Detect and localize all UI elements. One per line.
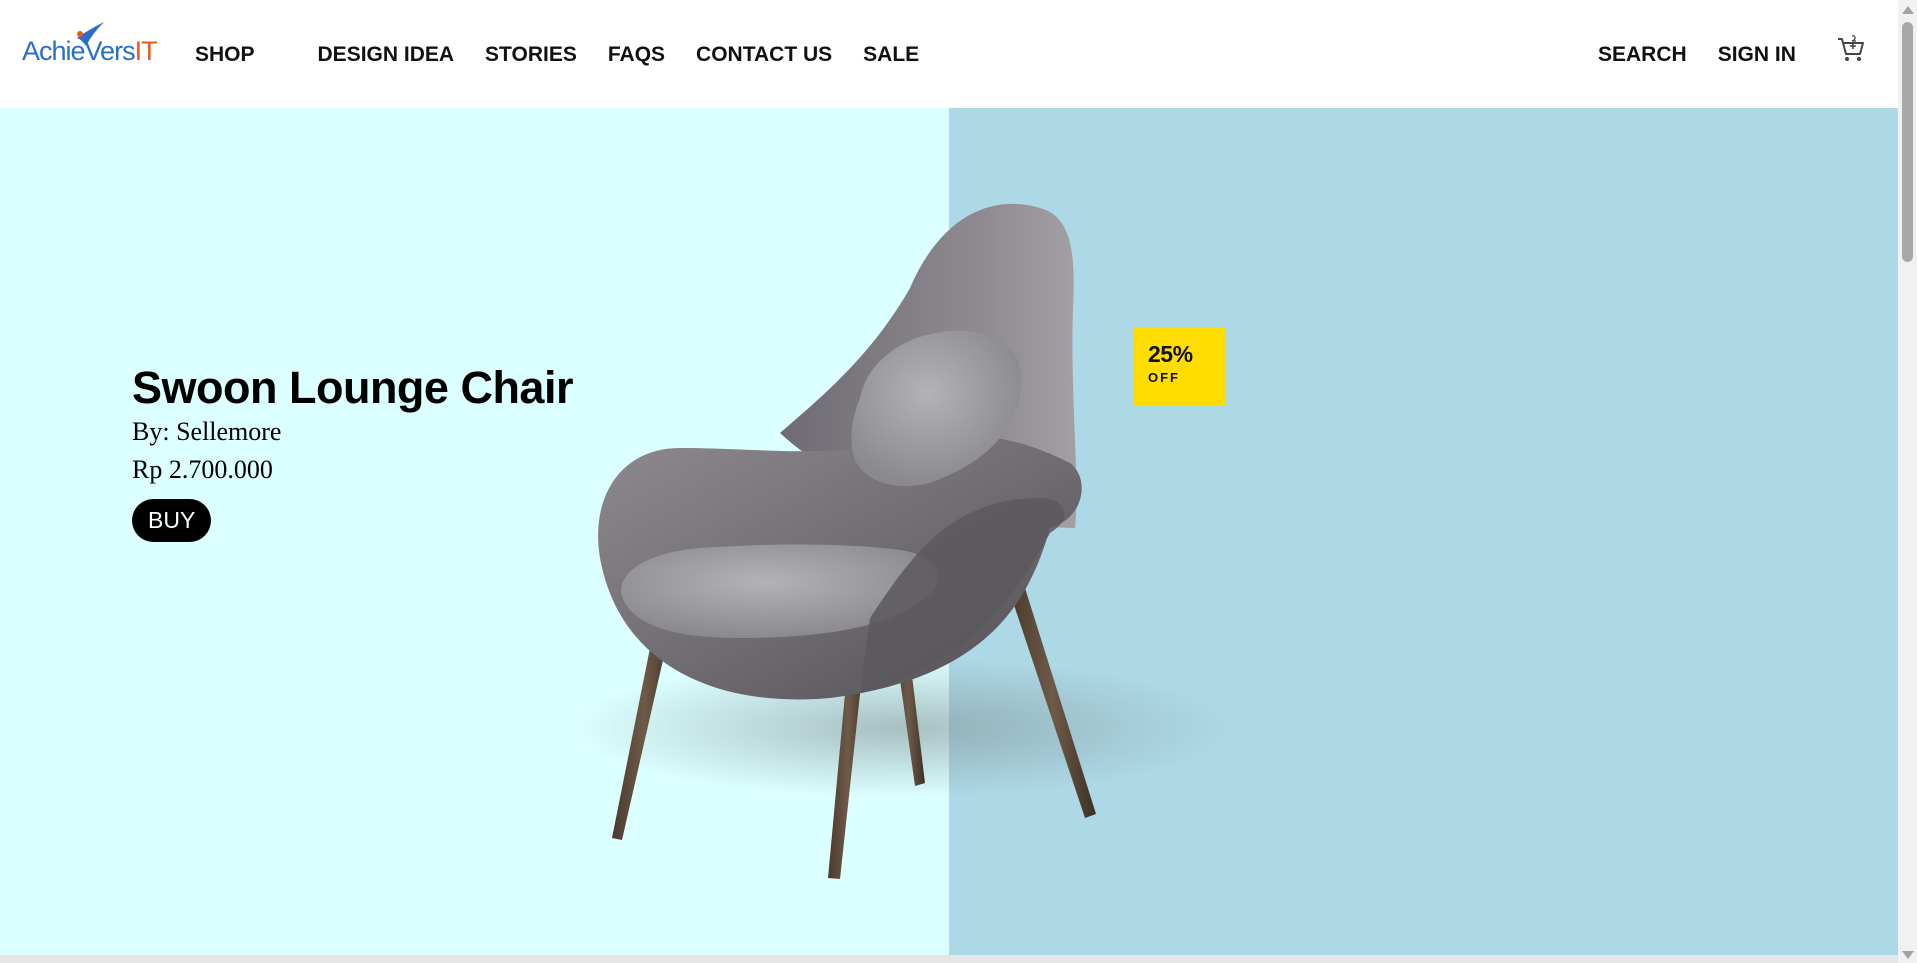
scrollbar-thumb[interactable]	[1902, 22, 1913, 262]
achieversit-logo[interactable]: AchieVersIT	[22, 22, 158, 70]
logo-text-accent: IT	[134, 36, 158, 66]
logo-text-main: AchieVers	[22, 36, 136, 66]
product-title: Swoon Lounge Chair	[132, 362, 573, 413]
discount-off-label: OFF	[1148, 370, 1180, 385]
nav-sale[interactable]: SALE	[863, 43, 919, 67]
shopping-cart-icon[interactable]	[1836, 34, 1866, 64]
buy-button[interactable]: BUY	[132, 498, 212, 542]
header-actions: SEARCH SIGN IN	[1598, 40, 1796, 70]
sign-in-link[interactable]: SIGN IN	[1718, 43, 1796, 67]
nav-shop[interactable]: SHOP	[195, 43, 255, 67]
search-link[interactable]: SEARCH	[1598, 43, 1687, 67]
nav-faqs[interactable]: FAQS	[608, 43, 665, 67]
vertical-scrollbar[interactable]	[1898, 0, 1917, 963]
nav-stories[interactable]: STORIES	[485, 43, 577, 67]
discount-percent: 25%	[1148, 341, 1193, 367]
nav-design-idea[interactable]: DESIGN IDEA	[318, 43, 455, 67]
horizontal-scrollbar[interactable]	[0, 955, 1898, 963]
product-seller: By: Sellemore	[132, 416, 282, 446]
product-price: Rp 2.700.000	[132, 454, 273, 484]
lounge-chair-image	[570, 203, 1230, 879]
scroll-down-arrow-icon[interactable]	[1902, 951, 1914, 959]
product-info: Swoon Lounge Chair By: Sellemore Rp 2.70…	[132, 363, 573, 542]
discount-badge: 25% OFF	[1133, 327, 1226, 405]
main-nav: SHOP DESIGN IDEA STORIES FAQS CONTACT US…	[195, 40, 950, 70]
hero-banner: Swoon Lounge Chair By: Sellemore Rp 2.70…	[0, 108, 1898, 955]
site-header: AchieVersIT SHOP DESIGN IDEA STORIES FAQ…	[0, 0, 1898, 108]
nav-contact-us[interactable]: CONTACT US	[696, 43, 832, 67]
scroll-up-arrow-icon[interactable]	[1902, 6, 1914, 14]
